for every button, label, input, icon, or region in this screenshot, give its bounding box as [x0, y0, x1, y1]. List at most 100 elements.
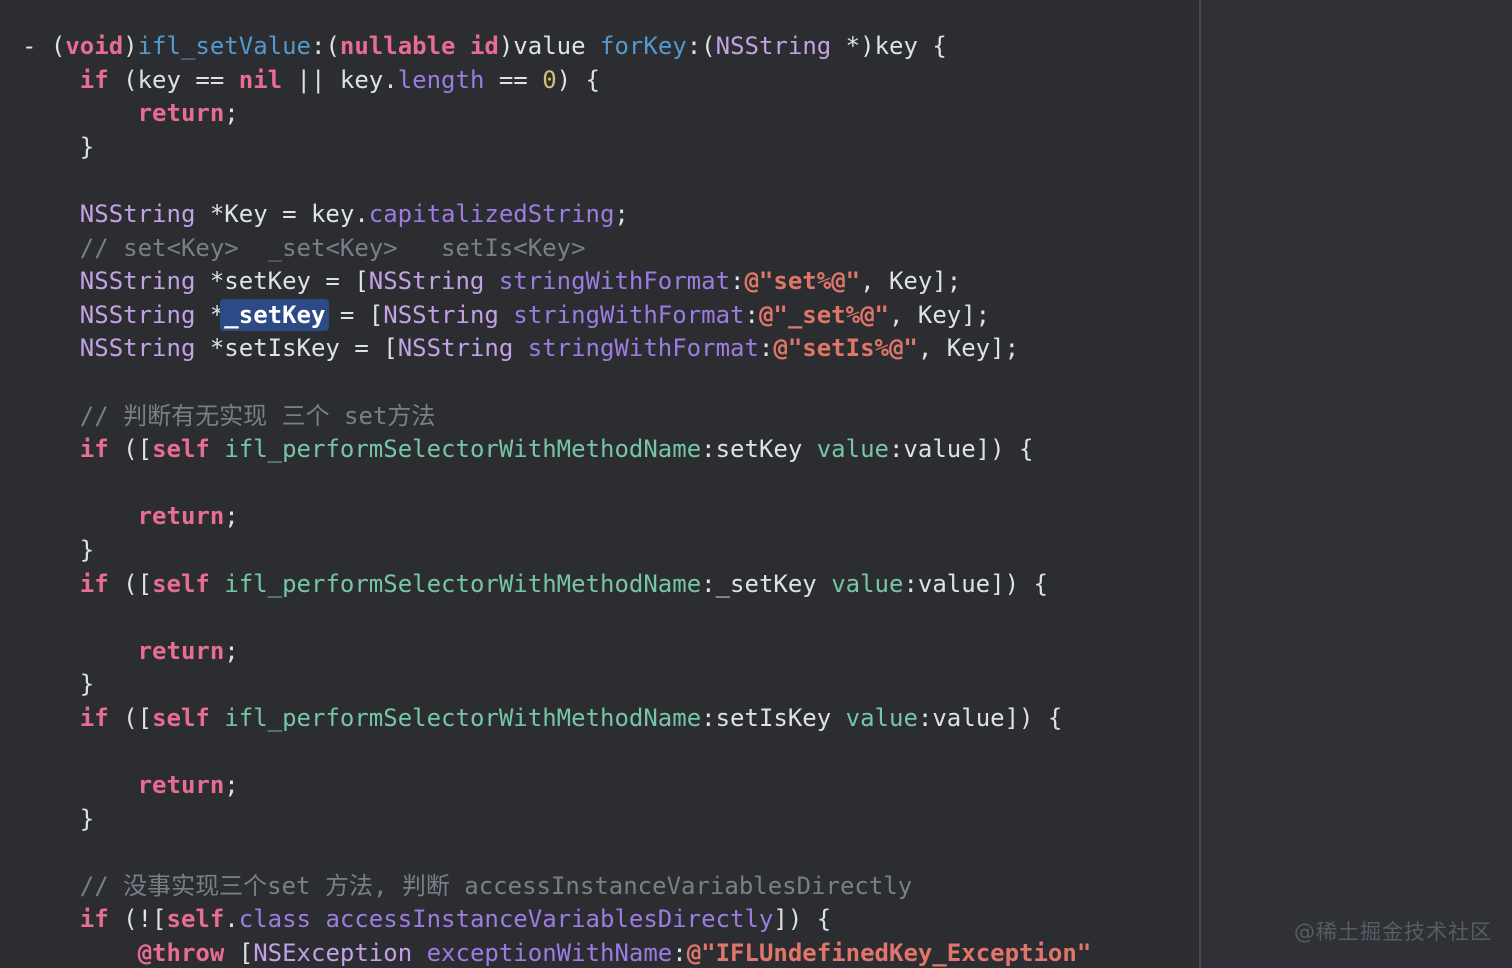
code-token: nullable id — [339, 32, 499, 60]
code-token: return — [137, 99, 225, 128]
code-token: *Key = key. — [195, 199, 369, 228]
code-token: @"setIs%@" — [773, 334, 918, 363]
code-token: capitalizedString — [368, 199, 615, 228]
code-token: void — [65, 32, 124, 60]
code-token: : — [730, 267, 745, 296]
code-line: return; — [22, 500, 1199, 534]
code-token: ) { — [556, 65, 601, 94]
code-line: NSString *_setKey = [NSString stringWith… — [22, 298, 1199, 333]
code-token: :setKey — [701, 435, 817, 464]
code-line: } — [22, 534, 1199, 568]
code-token: @throw — [137, 939, 225, 968]
code-token: ; — [224, 502, 239, 531]
right-panel: @稀土掘金技术社区 — [1201, 0, 1512, 968]
code-token: accessInstanceVariablesDirectly — [325, 905, 774, 934]
code-token: :( — [686, 32, 716, 60]
code-token: , Key]; — [888, 300, 991, 329]
code-token: NSString — [368, 267, 485, 296]
code-token: @"IFLUndefinedKey_Exception" — [686, 939, 1092, 968]
code-token: value — [831, 569, 904, 598]
code-token: ([ — [108, 703, 153, 732]
code-token: class — [238, 905, 311, 934]
code-token: :value]) { — [903, 569, 1048, 598]
code-token: ([ — [108, 435, 153, 464]
code-token: ; — [224, 99, 239, 128]
code-token: exceptionWithName — [426, 939, 673, 968]
code-token: : — [758, 334, 774, 363]
code-token: *setKey = [ — [195, 267, 369, 296]
code-token: NSString — [715, 32, 832, 60]
code-token: stringWithFormat — [527, 334, 759, 363]
code-line: - (void)ifl_setValue:(nullable id)value … — [22, 30, 1199, 64]
code-token: if — [79, 569, 109, 598]
code-token: nil — [238, 65, 283, 94]
code-token: self — [152, 703, 210, 732]
code-line: } — [22, 668, 1199, 702]
code-token: ifl_performSelectorWithMethodName — [224, 569, 702, 598]
code-line: // set<Key> _set<Key> setIs<Key> — [22, 232, 1199, 266]
code-token: 0 — [542, 65, 557, 94]
code-token: stringWithFormat — [513, 300, 745, 329]
code-line: // 判断有无实现 三个 set方法 — [22, 400, 1199, 434]
code-line: return; — [22, 635, 1199, 669]
code-line: if (![self.class accessInstanceVariables… — [22, 903, 1199, 937]
code-line: if (key == nil || key.length == 0) { — [22, 64, 1199, 98]
code-token: ifl_performSelectorWithMethodName — [224, 703, 702, 732]
code-token: NSString — [79, 199, 196, 228]
code-token: || key. — [282, 65, 398, 94]
code-token: @"set%@" — [744, 267, 861, 296]
code-token: : — [744, 300, 759, 329]
code-token: NSException — [253, 939, 413, 968]
code-token: length — [397, 65, 485, 94]
code-token: // set<Key> _set<Key> setIs<Key> — [22, 233, 586, 262]
code-token: :value]) { — [888, 435, 1034, 464]
code-token: value — [845, 703, 918, 732]
code-token: NSString — [79, 300, 196, 329]
code-token: return — [137, 771, 225, 800]
code-token: (key == — [108, 65, 239, 94]
code-token: :_setKey — [701, 569, 832, 598]
code-token: ; — [614, 199, 629, 228]
code-token: forKey — [600, 32, 687, 60]
code-line: NSString *setIsKey = [NSString stringWit… — [22, 332, 1199, 366]
code-line: } — [22, 803, 1199, 837]
code-token: :setIsKey — [701, 703, 846, 732]
code-token: } — [22, 670, 95, 699]
code-token: if — [79, 65, 109, 94]
code-token: ]) { — [773, 905, 832, 934]
code-token: } — [22, 804, 95, 833]
code-token: stringWithFormat — [498, 267, 731, 296]
code-line: } — [22, 131, 1199, 165]
code-token: )value — [498, 32, 601, 60]
code-token: NSString — [383, 300, 499, 329]
code-area[interactable]: - (void)ifl_setValue:(nullable id)value … — [0, 0, 1199, 968]
code-token: - ( — [22, 32, 66, 60]
code-token: value — [816, 435, 889, 464]
code-token: : — [672, 939, 687, 968]
code-token: = [ — [325, 300, 384, 329]
code-token: ifl_setValue — [137, 32, 311, 60]
